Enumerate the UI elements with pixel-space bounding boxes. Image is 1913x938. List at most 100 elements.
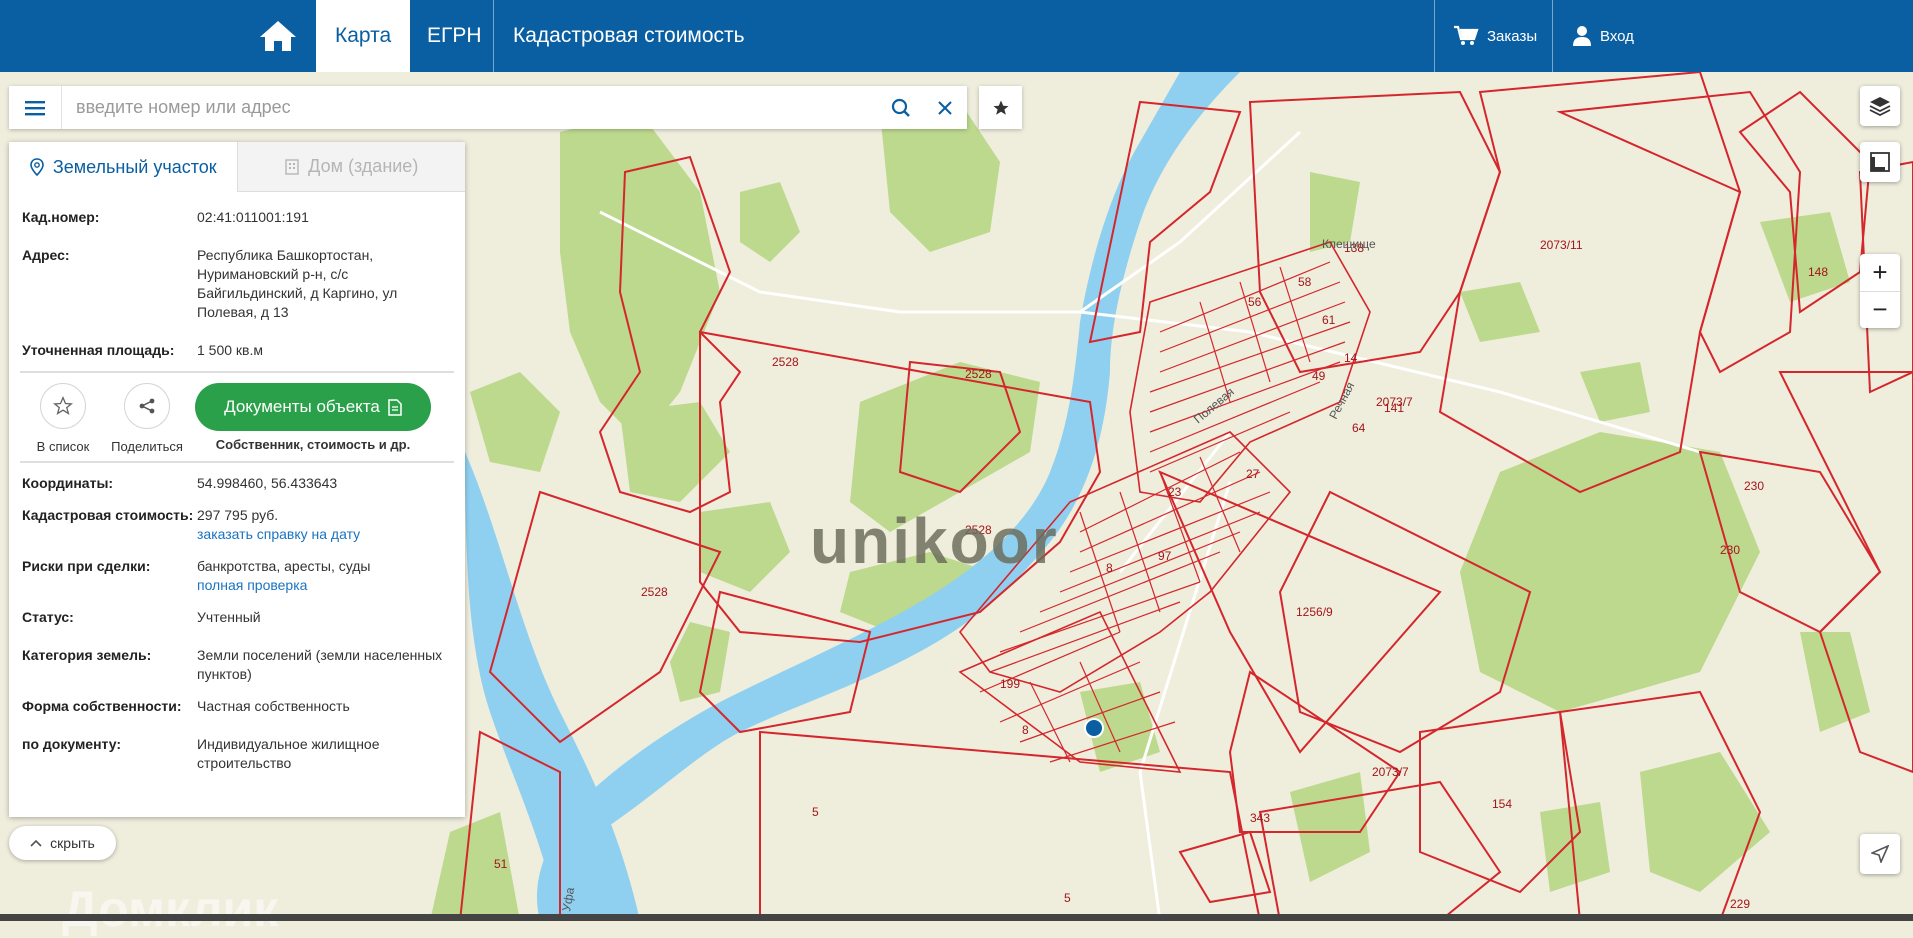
top-nav: Карта ЕГРН Кадастровая стоимость Заказы … — [0, 0, 1913, 72]
close-icon — [938, 100, 952, 115]
ruler-icon — [1870, 152, 1890, 172]
tab-land-plot-label: Земельный участок — [52, 156, 217, 177]
search-input[interactable] — [62, 87, 879, 128]
tab-house[interactable]: Дом (здание) — [236, 142, 465, 192]
ruler-button[interactable] — [1860, 142, 1900, 182]
label-61: 61 — [1322, 313, 1336, 327]
full-check-link[interactable]: полная проверка — [197, 576, 452, 595]
label-2528-a: 2528 — [772, 355, 799, 369]
documents-button[interactable]: Документы объекта — [195, 383, 431, 431]
row-label: Уточненная площадь: — [22, 342, 175, 358]
object-info-panel: Земельный участок Дом (здание) Кад.номер… — [9, 142, 465, 817]
label-229: 229 — [1730, 897, 1750, 911]
label-2528-d: 2528 — [641, 585, 668, 599]
documents-subtitle: Собственник, стоимость и др. — [215, 437, 411, 452]
label-49: 49 — [1312, 369, 1326, 383]
login-label: Вход — [1600, 27, 1634, 45]
clear-search-button[interactable] — [923, 86, 967, 129]
address-row: Адрес: Республика Башкортостан, Нуримано… — [9, 246, 465, 322]
label-64: 64 — [1352, 421, 1366, 435]
risks-row: Риски при сделки: банкротства, аресты, с… — [9, 557, 465, 595]
label-343: 343 — [1250, 811, 1270, 825]
ownership-row: Форма собственности: Частная собственнос… — [9, 697, 465, 716]
land-category-value: Земли поселений (земли населенных пункто… — [197, 647, 443, 682]
hamburger-icon — [25, 100, 45, 115]
row-label: Категория земель: — [22, 647, 152, 663]
label-5-a: 5 — [812, 805, 819, 819]
home-icon — [260, 21, 296, 51]
panel-tabs: Земельный участок Дом (здание) — [9, 142, 465, 192]
layers-button[interactable] — [1860, 86, 1900, 126]
orders-label: Заказы — [1487, 27, 1538, 45]
label-kleshishche: Клещище — [1322, 237, 1376, 251]
nav-separator — [1552, 0, 1553, 72]
label-141: 141 — [1384, 401, 1404, 415]
chevron-up-icon — [30, 839, 42, 847]
zoom-out-button[interactable]: − — [1860, 292, 1900, 328]
area-row: Уточненная площадь: 1 500 кв.м — [9, 341, 465, 360]
search-button[interactable] — [879, 86, 923, 129]
navigation-arrow-icon — [1871, 845, 1889, 863]
cadastral-number-link[interactable]: 02:41:011001:191 — [197, 208, 452, 227]
address-value: Республика Башкортостан, Нуримановский р… — [197, 247, 398, 320]
label-97: 97 — [1158, 549, 1172, 563]
label-2528-b: 2528 — [965, 367, 992, 381]
tab-cadastral-value[interactable]: Кадастровая стоимость — [494, 0, 764, 72]
hide-panel-button[interactable]: скрыть — [9, 826, 116, 860]
permitted-use-row: по документу: Индивидуальное жилищное ст… — [9, 735, 465, 773]
label-199: 199 — [1000, 677, 1020, 691]
favorites-button[interactable] — [979, 86, 1022, 129]
orders-button[interactable]: Заказы — [1453, 0, 1537, 72]
label-14: 14 — [1344, 351, 1358, 365]
label-23: 23 — [1168, 485, 1182, 499]
layers-icon — [1869, 97, 1891, 116]
selected-parcel-marker[interactable] — [1084, 718, 1104, 738]
land-category-row: Категория земель: Земли поселений (земли… — [9, 646, 465, 684]
row-label: Координаты: — [22, 475, 114, 491]
label-230-b: 230 — [1720, 543, 1740, 557]
documents-button-label: Документы объекта — [224, 397, 380, 416]
locate-button[interactable] — [1860, 834, 1900, 874]
menu-button[interactable] — [9, 86, 62, 129]
label-148: 148 — [1808, 265, 1828, 279]
cadastral-number-row: Кад.номер: 02:41:011001:191 — [9, 208, 465, 227]
row-label: Кадастровая стоимость: — [22, 507, 194, 523]
row-label: Статус: — [22, 609, 74, 625]
map-pin-icon — [30, 158, 44, 176]
zoom-control: + − — [1860, 254, 1900, 328]
actions-row: В список Поделиться Документы объекта Со… — [9, 373, 465, 457]
coordinates-row: Координаты: 54.998460, 56.433643 — [9, 474, 465, 493]
label-8-a: 8 — [1022, 723, 1029, 737]
permitted-use-value: Индивидуальное жилищное строительство — [197, 736, 380, 771]
add-to-list-button[interactable]: В список — [21, 383, 105, 454]
label-2073-7-b: 2073/7 — [1372, 765, 1409, 779]
tab-land-plot[interactable]: Земельный участок — [9, 142, 237, 192]
building-icon — [285, 158, 299, 175]
label-27: 27 — [1246, 467, 1260, 481]
star-outline-icon — [53, 396, 73, 415]
label-230-a: 230 — [1744, 479, 1764, 493]
row-label: Кад.номер: — [22, 209, 100, 225]
user-icon — [1573, 26, 1591, 46]
ownership-value: Частная собственность — [197, 698, 350, 714]
watermark-domclick: Домклик — [62, 881, 279, 937]
coordinates-value: 54.998460, 56.433643 — [197, 475, 338, 491]
add-to-list-label: В список — [36, 439, 90, 454]
tab-egrn[interactable]: ЕГРН — [408, 0, 501, 72]
nav-separator — [1434, 0, 1435, 72]
share-label: Поделиться — [111, 439, 183, 454]
share-button[interactable]: Поделиться — [105, 383, 189, 454]
label-8-b: 8 — [1106, 561, 1113, 575]
tab-map[interactable]: Карта — [316, 0, 411, 72]
label-58: 58 — [1298, 275, 1312, 289]
home-button[interactable] — [250, 12, 306, 60]
watermark-unikoor: unikoor — [810, 505, 1059, 577]
login-button[interactable]: Вход — [1572, 0, 1634, 72]
label-51: 51 — [494, 857, 508, 871]
tab-house-label: Дом (здание) — [308, 156, 419, 176]
share-icon — [139, 398, 155, 414]
row-label: Адрес: — [22, 247, 70, 263]
zoom-in-button[interactable]: + — [1860, 255, 1900, 292]
status-row: Статус: Учтенный — [9, 608, 465, 627]
order-certificate-link[interactable]: заказать справку на дату — [197, 525, 452, 544]
